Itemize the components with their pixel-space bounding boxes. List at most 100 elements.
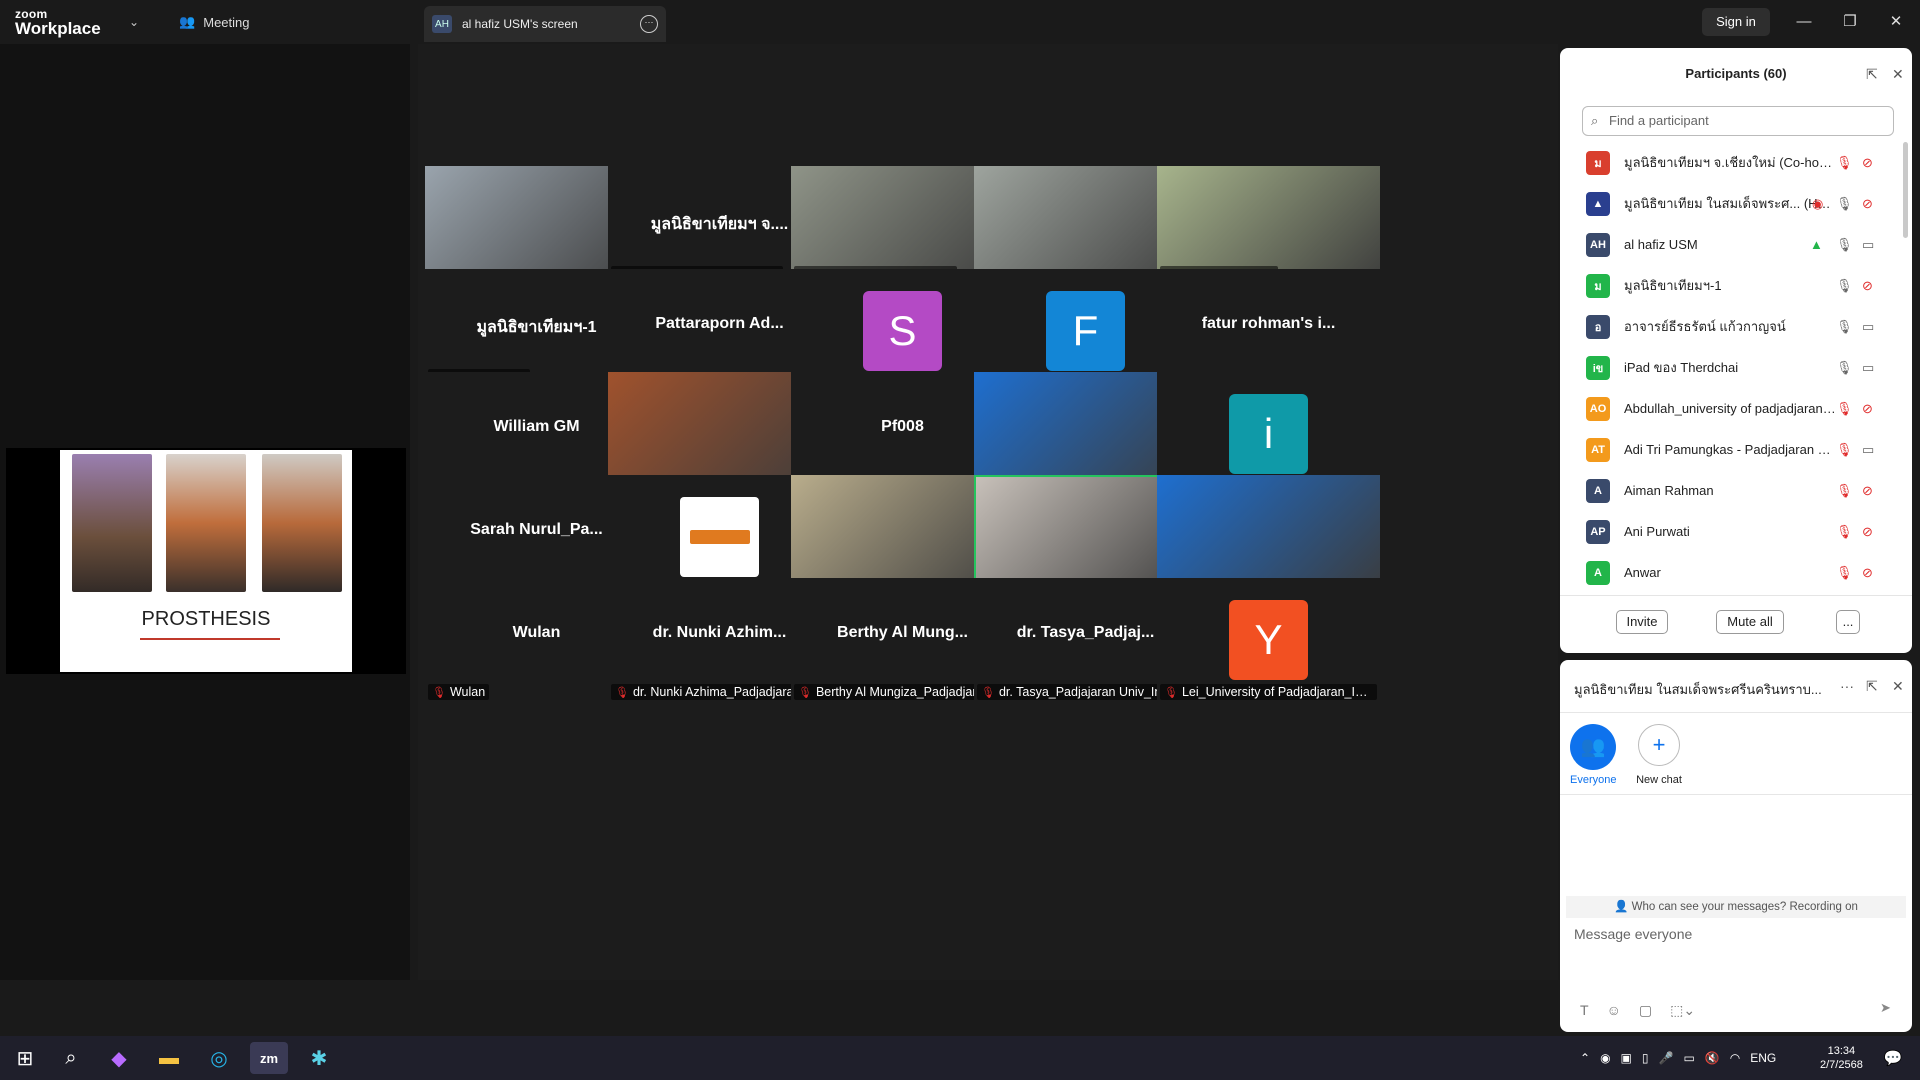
edge-browser-icon[interactable]: ◎ (200, 1042, 238, 1074)
avatar: AP (1586, 519, 1610, 544)
participant-row[interactable]: ม มูลนิธิขาเทียมฯ จ.เชียงใหม่ (Co-host, m… (1560, 142, 1900, 183)
file-explorer-icon[interactable]: ▬ (150, 1042, 188, 1074)
chat-toolbar: T ☺ ▢ ⬚⌄ (1580, 1002, 1695, 1019)
participant-row[interactable]: AT Adi Tri Pamungkas - Padjadjaran Un... 🎙… (1560, 429, 1900, 470)
participant-row[interactable]: อ อาจารย์ธีรธรัตน์ แก้วกาญจน์ 🎙 ▭ (1560, 306, 1900, 347)
microphone-icon[interactable]: 🎙 (1836, 196, 1853, 212)
pop-out-icon[interactable]: ⇱ (1866, 678, 1878, 695)
avatar: อ (1586, 314, 1610, 339)
participant-row[interactable]: ▲ มูลนิธิขาเทียม ในสมเด็จพระศ... (Host) ◉ 🎙… (1560, 183, 1900, 224)
camera-icon[interactable]: ▭ (1862, 360, 1874, 376)
mic-muted-icon[interactable]: 🎙 (1836, 565, 1853, 581)
mic-muted-icon[interactable]: 🎙 (1836, 524, 1853, 540)
camera-off-icon[interactable]: ⊘ (1862, 401, 1873, 417)
participants-footer: Invite Mute all ... (1560, 595, 1912, 653)
microphone-icon[interactable]: 🎙 (1836, 360, 1853, 376)
mic-muted-icon[interactable]: 🎙 (1836, 483, 1853, 499)
microphone-icon[interactable]: 🎙 (1836, 237, 1853, 253)
search-icon: ⌕ (1591, 113, 1599, 128)
minimize-icon[interactable]: — (1792, 10, 1816, 34)
participant-row[interactable]: iข iPad ของ Therdchai 🎙 ▭ (1560, 347, 1900, 388)
file-icon[interactable]: ▢ (1639, 1002, 1652, 1019)
participant-row[interactable]: AO Abdullah_university of padjadjaran I..… (1560, 388, 1900, 429)
slide-title: PROSTHESIS (141, 608, 271, 630)
everyone-chat-button[interactable]: 👥 (1570, 724, 1616, 770)
divider (1560, 712, 1912, 713)
tray-app-icon[interactable]: ▯ (1642, 1051, 1649, 1065)
windows-taskbar: ⊞ ⌕ ◆ ▬ ◎ zm ✱ ⌃ ◉ ▣ ▯ 🎤 ▭ 🔇 ◠ ENG 13:34… (0, 1036, 1920, 1080)
copilot-icon[interactable]: ◆ (100, 1042, 138, 1074)
clock[interactable]: 13:34 2/7/2568 (1820, 1044, 1863, 1072)
camera-off-icon[interactable]: ⊘ (1862, 483, 1873, 499)
participant-name: al hafiz USM (1624, 237, 1698, 252)
meeting-tab[interactable]: 👥 Meeting (179, 14, 249, 30)
emoji-icon[interactable]: ☺ (1607, 1002, 1621, 1019)
new-chat-button[interactable]: + (1638, 724, 1680, 766)
message-visibility-notice[interactable]: 👤 Who can see your messages? Recording o… (1566, 896, 1906, 918)
close-icon[interactable]: ✕ (1892, 678, 1904, 695)
search-icon[interactable]: ⌕ (52, 1042, 90, 1074)
message-input[interactable]: Message everyone (1574, 926, 1692, 942)
app-icon[interactable]: ✱ (300, 1042, 338, 1074)
screenshot-icon[interactable]: ⬚⌄ (1670, 1002, 1695, 1019)
chevron-up-icon[interactable]: ⌃ (1580, 1051, 1590, 1065)
microphone-icon[interactable]: 🎙 (1836, 319, 1853, 335)
participant-row[interactable]: AH al hafiz USM ▲ 🎙 ▭ (1560, 224, 1900, 265)
camera-icon[interactable]: ▭ (1862, 442, 1874, 458)
restore-icon[interactable]: ❐ (1838, 10, 1862, 34)
scrollbar[interactable] (1903, 142, 1908, 238)
close-icon[interactable]: ✕ (1884, 10, 1908, 34)
camera-off-icon[interactable]: ⊘ (1862, 278, 1873, 294)
close-icon[interactable]: ✕ (1892, 66, 1904, 83)
camera-icon[interactable]: ▭ (1862, 319, 1874, 335)
microphone-icon[interactable]: 🎙 (1836, 278, 1853, 294)
prosthesis-photo-3 (262, 454, 342, 592)
participant-name: มูลนิธิขาเทียมฯ จ.เชียงใหม่ (Co-host, me… (1624, 155, 1836, 170)
language-indicator[interactable]: ENG (1750, 1051, 1776, 1065)
camera-off-icon[interactable]: ⊘ (1862, 524, 1873, 540)
camera-off-icon[interactable]: ⊘ (1862, 196, 1873, 212)
slide-underline (140, 638, 280, 640)
mic-muted-icon[interactable]: 🎙 (1836, 442, 1853, 458)
wifi-icon[interactable]: ◠ (1730, 1051, 1740, 1065)
screen-share-icon[interactable]: ▲ (1810, 237, 1823, 252)
participant-row[interactable]: A Anwar 🎙 ⊘ (1560, 552, 1900, 593)
windows-start-icon[interactable]: ⊞ (6, 1042, 44, 1074)
more-options-icon[interactable]: ··· (640, 15, 658, 33)
camera-off-icon[interactable]: ⊘ (1862, 155, 1873, 171)
pop-out-icon[interactable]: ⇱ (1866, 66, 1878, 83)
participant-row[interactable]: ม มูลนิธิขาเทียมฯ-1 🎙 ⊘ (1560, 265, 1900, 306)
divider (1560, 794, 1912, 795)
invite-button[interactable]: Invite (1616, 610, 1668, 634)
tray-app-icon[interactable]: ▭ (1683, 1051, 1694, 1065)
sign-in-button[interactable]: Sign in (1702, 8, 1770, 36)
participant-row[interactable]: A Aiman Rahman 🎙 ⊘ (1560, 470, 1900, 511)
zoom-workplace-logo[interactable]: zoom Workplace (15, 8, 105, 37)
avatar: F (1046, 291, 1125, 371)
more-button[interactable]: ... (1836, 610, 1860, 634)
more-options-icon[interactable]: ··· (1840, 678, 1854, 694)
send-icon[interactable]: ➤ (1880, 1000, 1898, 1018)
format-text-icon[interactable]: T (1580, 1002, 1589, 1019)
tray-app-icon[interactable]: ▣ (1621, 1051, 1632, 1065)
mic-muted-icon[interactable]: 🎙 (1836, 401, 1853, 417)
chat-panel: มูลนิธิขาเทียม ในสมเด็จพระศรีนครินทราบ..… (1560, 660, 1912, 1032)
chevron-down-icon[interactable]: ⌄ (129, 15, 139, 29)
notification-icon[interactable]: 💬 (1874, 1042, 1912, 1074)
recording-icon[interactable]: ◉ (1812, 196, 1823, 212)
zoom-app-icon[interactable]: zm (250, 1042, 288, 1074)
participant-search-input[interactable]: ⌕ Find a participant (1582, 106, 1894, 136)
camera-off-icon[interactable]: ⊘ (1862, 565, 1873, 581)
participant-name: อาจารย์ธีรธรัตน์ แก้วกาญจน์ (1624, 319, 1786, 334)
zoom-tray-icon[interactable]: ◉ (1600, 1051, 1610, 1065)
participants-panel: Participants (60) ⇱ ✕ ⌕ Find a participa… (1560, 48, 1912, 653)
camera-icon[interactable]: ▭ (1862, 237, 1874, 253)
mic-muted-icon[interactable]: 🎙 (1836, 155, 1853, 171)
microphone-icon[interactable]: 🎤 (1659, 1051, 1674, 1065)
video-tile[interactable]: Y 🎙 Lei_University of Padjadjaran_Ind... (1157, 578, 1380, 702)
participant-row[interactable]: AP Ani Purwati 🎙 ⊘ (1560, 511, 1900, 552)
mute-all-button[interactable]: Mute all (1716, 610, 1784, 634)
who-can-see-text: Who can see your messages? Recording on (1631, 901, 1858, 913)
volume-mute-icon[interactable]: 🔇 (1705, 1051, 1720, 1065)
screen-share-tab[interactable]: AH al hafiz USM's screen ··· (424, 6, 666, 42)
